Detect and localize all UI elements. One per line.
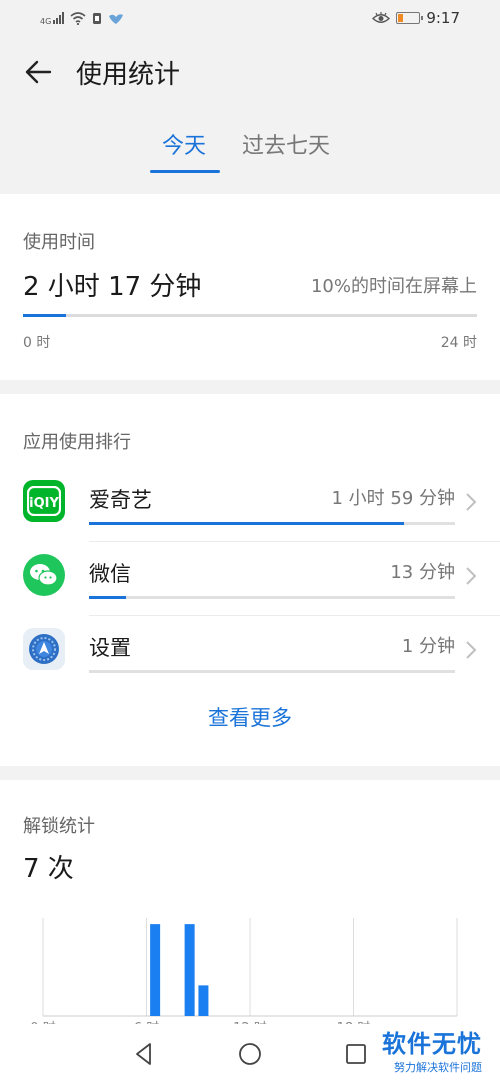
app-name: 微信 — [89, 562, 131, 586]
iqiyi-icon: iQIY — [23, 480, 65, 522]
app-name: 设置 — [89, 636, 131, 660]
wifi-icon — [70, 11, 86, 25]
nav-recents-icon[interactable] — [342, 1040, 370, 1068]
watermark-title: 软件无忧 — [382, 1030, 482, 1058]
chevron-right-icon — [466, 493, 477, 511]
usage-axis-start: 0 时 — [23, 335, 51, 351]
chevron-right-icon — [466, 641, 477, 659]
chart-bar — [150, 924, 161, 1016]
app-row-iqiyi[interactable]: iQIY 爱奇艺 1 小时 59 分钟 — [0, 468, 500, 542]
tab-past-seven-days[interactable]: 过去七天 — [242, 128, 330, 160]
status-right: 9:17 — [372, 9, 460, 27]
wechat-icon — [23, 554, 65, 596]
eye-comfort-icon — [372, 11, 391, 23]
chart-bar — [184, 924, 195, 1016]
screen-time-share: 10%的时间在屏幕上 — [310, 276, 477, 297]
network-type: 4G — [40, 16, 52, 26]
chevron-right-icon — [466, 567, 477, 585]
svg-text:iQIY: iQIY — [29, 496, 59, 511]
app-usage-track — [89, 522, 455, 525]
app-usage-fill — [89, 522, 404, 525]
watermark: 软件无忧 努力解决软件问题 — [382, 1024, 482, 1075]
app-usage-track — [89, 596, 455, 599]
status-bar: 4G 9:17 — [0, 0, 500, 36]
app-usage-time: 1 分钟 — [401, 636, 455, 657]
usage-time-card: 使用时间 2 小时 17 分钟 10%的时间在屏幕上 0 时 24 时 — [0, 194, 500, 380]
app-row-settings[interactable]: 设置 1 分钟 — [0, 616, 500, 690]
settings-icon — [23, 628, 65, 670]
chart-bar — [198, 985, 209, 1016]
usage-progress-track — [23, 314, 477, 317]
app-usage-track — [89, 670, 455, 673]
app-ranking-label: 应用使用排行 — [23, 432, 131, 453]
usage-time-value: 2 小时 17 分钟 — [23, 272, 202, 302]
see-more-link[interactable]: 查看更多 — [0, 702, 500, 732]
usage-time-label: 使用时间 — [23, 232, 95, 253]
battery-icon — [396, 12, 424, 24]
header: 使用统计 — [0, 44, 500, 100]
tab-today[interactable]: 今天 — [162, 128, 206, 160]
back-button[interactable] — [18, 52, 58, 92]
tab-bar: 今天 过去七天 — [0, 128, 500, 176]
signal-icon — [53, 12, 65, 24]
app-name: 爱奇艺 — [89, 488, 152, 512]
status-left: 4G — [40, 11, 124, 26]
page-title: 使用统计 — [76, 59, 181, 90]
sim-icon — [93, 12, 102, 24]
usage-progress-fill — [23, 314, 67, 317]
back-arrow-icon — [25, 60, 52, 84]
bird-notification-icon — [109, 13, 124, 24]
nav-back-icon[interactable] — [130, 1040, 158, 1068]
battery-level-fill — [398, 14, 404, 22]
active-tab-indicator — [150, 170, 220, 173]
status-time: 9:17 — [426, 9, 460, 27]
app-usage-time: 13 分钟 — [390, 562, 455, 583]
watermark-subtitle: 努力解决软件问题 — [394, 1061, 482, 1074]
app-row-wechat[interactable]: 微信 13 分钟 — [0, 542, 500, 616]
nav-home-icon[interactable] — [236, 1040, 264, 1068]
usage-axis-end: 24 时 — [440, 335, 477, 351]
app-usage-fill — [89, 596, 126, 599]
app-usage-time: 1 小时 59 分钟 — [331, 488, 455, 509]
app-ranking-card: 应用使用排行 iQIY 爱奇艺 1 小时 59 分钟 微信 13 分钟 设置 1… — [0, 394, 500, 766]
